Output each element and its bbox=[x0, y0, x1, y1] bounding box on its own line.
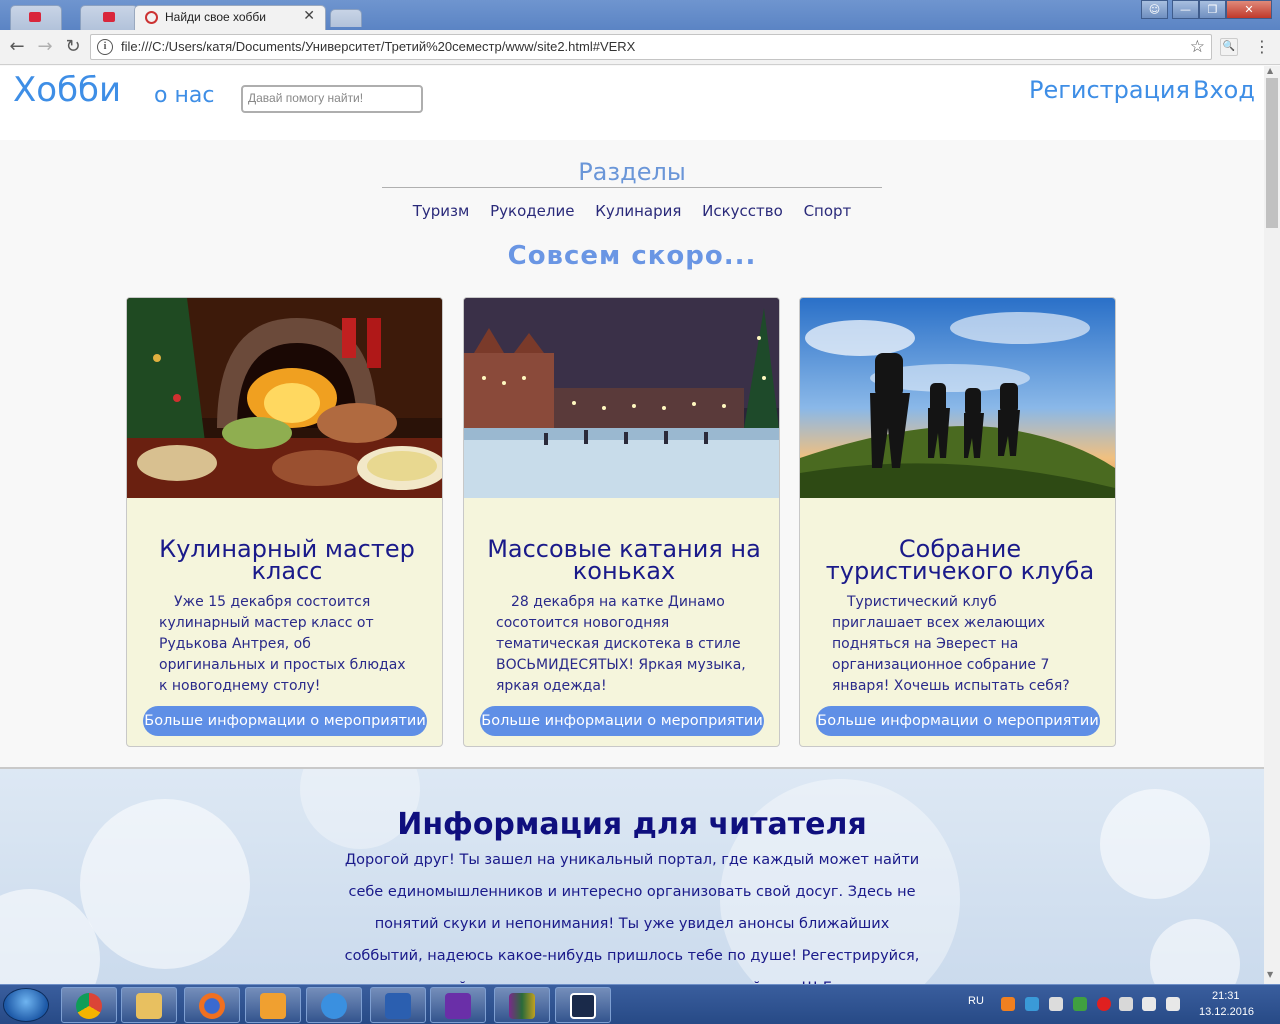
sections-title: Разделы bbox=[578, 158, 686, 186]
app-icon bbox=[570, 993, 596, 1019]
reader-info-section: Информация для читателя Дорогой друг! Ты… bbox=[0, 767, 1264, 984]
section-link-tourism[interactable]: Туризм bbox=[413, 202, 470, 220]
volume-icon[interactable] bbox=[1142, 997, 1156, 1011]
event-description: 28 декабря на катке Динамо сосотоится но… bbox=[496, 594, 746, 694]
tray-icon[interactable] bbox=[1001, 997, 1015, 1011]
reload-icon[interactable]: ↻ bbox=[62, 36, 84, 58]
tray-icon[interactable] bbox=[1073, 997, 1087, 1011]
tab-2[interactable] bbox=[80, 5, 138, 30]
bookmark-star-icon[interactable]: ☆ bbox=[1190, 37, 1205, 57]
event-card-cooking: Кулинарный мастер класс Уже 15 декабря с… bbox=[126, 297, 443, 747]
taskbar-media[interactable] bbox=[245, 987, 301, 1023]
event-image-cooking bbox=[127, 298, 442, 498]
scroll-down-icon[interactable]: ▼ bbox=[1267, 970, 1273, 979]
restore-button[interactable]: ❐ bbox=[1199, 0, 1226, 19]
divider bbox=[382, 187, 882, 188]
page-scrollbar[interactable]: ▲ ▼ bbox=[1264, 66, 1280, 984]
page-viewport: Хобби о нас Давай помогу найти! Регистра… bbox=[0, 66, 1264, 984]
tab-favicon-icon bbox=[29, 12, 41, 22]
language-indicator[interactable]: RU bbox=[968, 995, 984, 1007]
word-icon bbox=[385, 993, 411, 1019]
event-title: Собрание туристичекого клуба bbox=[825, 535, 1095, 585]
event-image-skating bbox=[464, 298, 779, 498]
event-title: Кулинарный мастер класс bbox=[159, 535, 415, 585]
tab-favicon-icon bbox=[103, 12, 115, 22]
event-title: Массовые катания на коньках bbox=[487, 535, 761, 585]
tab-1[interactable] bbox=[10, 5, 62, 30]
windows-taskbar: RU 21:31 13.12.2016 bbox=[0, 984, 1280, 1024]
event-more-info-button[interactable]: Больше информации о мероприятии bbox=[480, 706, 764, 736]
scroll-up-icon[interactable]: ▲ bbox=[1267, 66, 1273, 75]
event-image-tourism bbox=[800, 298, 1115, 498]
register-link[interactable]: Регистрация bbox=[1029, 76, 1190, 104]
minimize-button[interactable]: — bbox=[1172, 0, 1199, 19]
taskbar-chrome[interactable] bbox=[61, 987, 117, 1023]
back-arrow-icon[interactable]: ← bbox=[6, 36, 28, 58]
close-window-button[interactable]: ✕ bbox=[1226, 0, 1272, 19]
event-more-info-button[interactable]: Больше информации о мероприятии bbox=[143, 706, 427, 736]
event-card-skating: Массовые катания на коньках 28 декабря н… bbox=[463, 297, 780, 747]
background-decoration bbox=[1100, 789, 1210, 899]
menu-icon[interactable]: ⋮ bbox=[1254, 38, 1270, 56]
taskbar-visual-studio[interactable] bbox=[430, 987, 486, 1023]
network-icon[interactable] bbox=[1166, 997, 1180, 1011]
sections-nav: Туризм Рукоделие Кулинария Искусство Спо… bbox=[382, 202, 882, 220]
clock-time[interactable]: 21:31 bbox=[1212, 990, 1240, 1002]
tab-title: Найди свое хобби bbox=[165, 10, 266, 24]
chrome-icon bbox=[76, 993, 102, 1019]
info-icon[interactable]: i bbox=[97, 39, 113, 55]
taskbar-ie[interactable] bbox=[306, 987, 362, 1023]
tab-active[interactable]: Найди свое хобби ✕ bbox=[134, 5, 326, 30]
tray-icon[interactable] bbox=[1025, 997, 1039, 1011]
section-link-crafts[interactable]: Рукоделие bbox=[490, 202, 574, 220]
search-input[interactable]: Давай помогу найти! bbox=[241, 85, 423, 113]
folder-icon bbox=[136, 993, 162, 1019]
new-tab-button[interactable] bbox=[330, 9, 362, 27]
visual-studio-icon bbox=[445, 993, 471, 1019]
coming-soon-heading: Совсем скоро... bbox=[507, 241, 757, 271]
info-text: Дорогой друг! Ты зашел на уникальный пор… bbox=[344, 852, 920, 984]
event-card-tourism: Собрание туристичекого клуба Туристическ… bbox=[799, 297, 1116, 747]
login-link[interactable]: Вход bbox=[1193, 76, 1255, 104]
taskbar-word[interactable] bbox=[370, 987, 426, 1023]
flag-icon[interactable] bbox=[1119, 997, 1133, 1011]
section-link-sport[interactable]: Спорт bbox=[804, 202, 852, 220]
tab-favicon-icon bbox=[145, 11, 158, 24]
section-link-cooking[interactable]: Кулинария bbox=[595, 202, 681, 220]
address-bar[interactable]: i file:///C:/Users/катя/Documents/Универ… bbox=[90, 34, 1212, 60]
browser-toolbar: ← → ↻ i file:///C:/Users/катя/Documents/… bbox=[0, 30, 1280, 65]
background-decoration bbox=[1150, 919, 1240, 984]
internet-explorer-icon bbox=[321, 993, 347, 1019]
address-url[interactable]: file:///C:/Users/катя/Documents/Универси… bbox=[121, 39, 635, 54]
winrar-icon bbox=[509, 993, 535, 1019]
event-more-info-button[interactable]: Больше информации о мероприятии bbox=[816, 706, 1100, 736]
forward-arrow-icon[interactable]: → bbox=[34, 36, 56, 58]
extension-icon[interactable]: 🔍 bbox=[1220, 38, 1238, 56]
scrollbar-thumb[interactable] bbox=[1266, 78, 1278, 228]
tray-icon[interactable] bbox=[1097, 997, 1111, 1011]
section-link-art[interactable]: Искусство bbox=[702, 202, 783, 220]
taskbar-explorer[interactable] bbox=[121, 987, 177, 1023]
tray-icon[interactable] bbox=[1049, 997, 1063, 1011]
taskbar-app[interactable] bbox=[555, 987, 611, 1023]
event-description: Уже 15 декабря состоится кулинарный маст… bbox=[159, 594, 406, 694]
info-title: Информация для читателя bbox=[397, 807, 867, 842]
about-link[interactable]: о нас bbox=[154, 83, 214, 108]
media-player-icon bbox=[260, 993, 286, 1019]
event-description: Туристический клуб приглашает всех желаю… bbox=[832, 594, 1070, 694]
clock-date[interactable]: 13.12.2016 bbox=[1199, 1006, 1254, 1018]
taskbar-winrar[interactable] bbox=[494, 987, 550, 1023]
start-button[interactable] bbox=[3, 988, 49, 1022]
tab-bar: Найди свое хобби ✕ ☺ — ❐ ✕ bbox=[0, 0, 1280, 30]
taskbar-firefox[interactable] bbox=[184, 987, 240, 1023]
firefox-icon bbox=[199, 993, 225, 1019]
close-tab-icon[interactable]: ✕ bbox=[303, 8, 315, 24]
user-icon[interactable]: ☺ bbox=[1141, 0, 1168, 19]
site-header: Хобби о нас Давай помогу найти! Регистра… bbox=[0, 66, 1264, 140]
site-logo[interactable]: Хобби bbox=[13, 70, 121, 110]
